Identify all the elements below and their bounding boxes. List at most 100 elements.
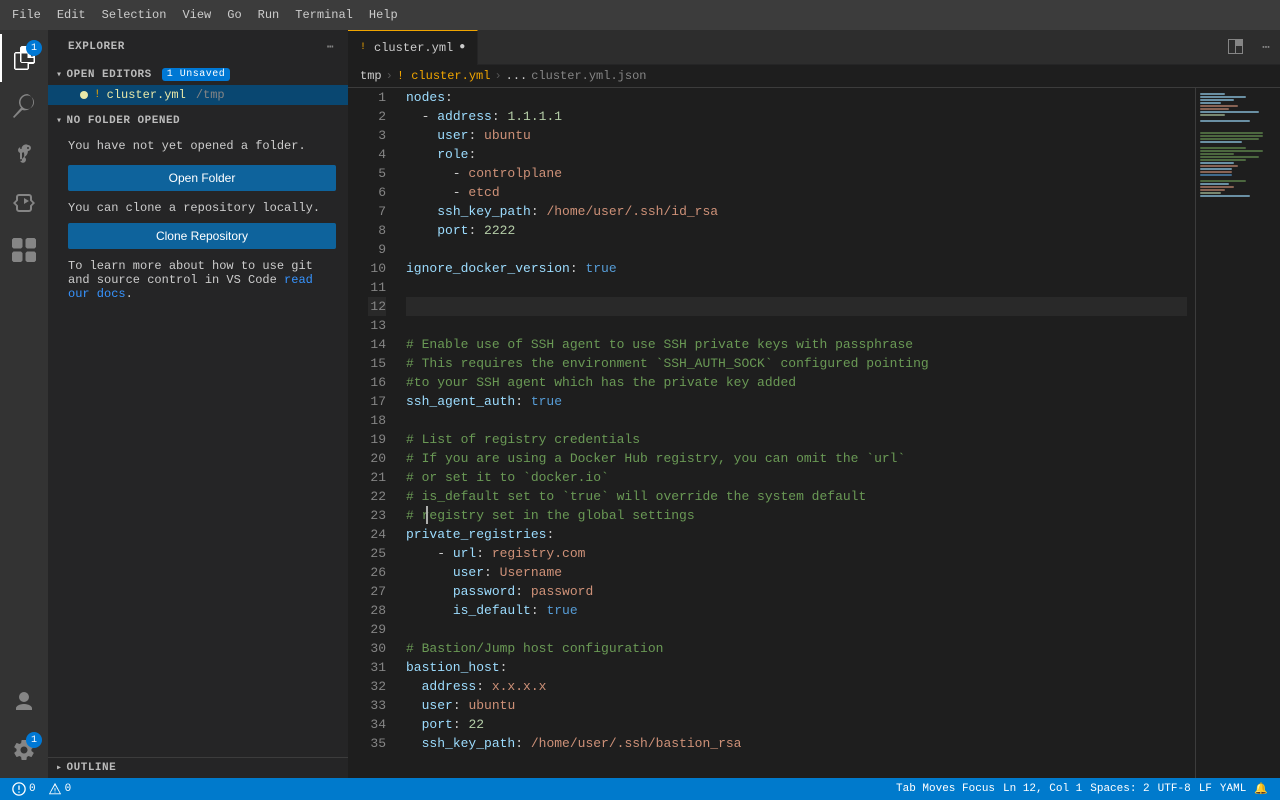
code-line-17: ssh_agent_auth: true — [406, 392, 1187, 411]
spaces-label: Spaces: 2 — [1090, 783, 1149, 795]
breadcrumb-root[interactable]: tmp — [360, 69, 382, 83]
breadcrumb-sep1: › — [386, 69, 393, 83]
menu-help[interactable]: Help — [361, 6, 406, 24]
sidebar-more-button[interactable]: ⋯ — [325, 38, 336, 56]
status-encoding[interactable]: UTF-8 — [1154, 782, 1195, 796]
code-line-19: # List of registry credentials — [406, 430, 1187, 449]
bell-icon: 🔔 — [1254, 782, 1268, 796]
encoding-label: UTF-8 — [1158, 783, 1191, 795]
outline-chevron: ▸ — [56, 762, 63, 774]
status-language[interactable]: YAML — [1216, 782, 1250, 796]
editor-area: ! cluster.yml ● ⋯ tmp › ! cluster.yml › … — [348, 30, 1280, 778]
activity-settings[interactable]: 1 — [0, 726, 48, 774]
open-editors-section[interactable]: ▾ Open Editors 1 Unsaved — [48, 64, 348, 85]
menu-file[interactable]: File — [4, 6, 49, 24]
code-line-18 — [406, 411, 1187, 430]
code-line-30: # Bastion/Jump host configuration — [406, 639, 1187, 658]
breadcrumb: tmp › ! cluster.yml › ... cluster.yml.js… — [348, 65, 1280, 88]
no-folder-text: You have not yet opened a folder. — [68, 139, 336, 153]
activity-account[interactable] — [0, 678, 48, 726]
sidebar-header: Explorer ⋯ — [48, 30, 348, 64]
sidebar-title: Explorer — [68, 41, 125, 53]
open-editors-label: Open Editors — [67, 69, 152, 81]
no-folder-section-header[interactable]: ▾ No Folder Opened — [48, 111, 348, 131]
minimap-content — [1196, 88, 1280, 778]
split-editor-button[interactable] — [1222, 30, 1250, 65]
open-editor-item[interactable]: ! cluster.yml /tmp — [48, 85, 348, 105]
code-line-23: # registry set in the global settings — [406, 506, 1187, 525]
menu-selection[interactable]: Selection — [94, 6, 175, 24]
code-line-2: - address: 1.1.1.1 — [406, 107, 1187, 126]
tab-modified-dot: ● — [459, 42, 465, 53]
code-line-28: is_default: true — [406, 601, 1187, 620]
breadcrumb-sep2: › — [494, 69, 501, 83]
learn-text: To learn more about how to use git and s… — [68, 259, 313, 287]
language-label: YAML — [1220, 783, 1246, 795]
main-layout: 1 1 Explorer ⋯ — [0, 30, 1280, 778]
learn-end: . — [126, 287, 133, 301]
menu-view[interactable]: View — [174, 6, 219, 24]
status-position[interactable]: Ln 12, Col 1 — [999, 782, 1086, 796]
code-area[interactable]: nodes: - address: 1.1.1.1 user: ubuntu r… — [398, 88, 1195, 778]
line-ending-label: LF — [1199, 783, 1212, 795]
code-line-33: user: ubuntu — [406, 696, 1187, 715]
menu-go[interactable]: Go — [219, 6, 249, 24]
settings-badge: 1 — [26, 732, 42, 748]
activity-explorer[interactable]: 1 — [0, 34, 48, 82]
activity-bar-bottom: 1 — [0, 678, 48, 778]
clone-repository-button[interactable]: Clone Repository — [68, 223, 336, 249]
breadcrumb-dots[interactable]: ... — [506, 69, 528, 83]
status-warnings[interactable]: 0 — [44, 782, 76, 796]
status-errors[interactable]: 0 — [8, 782, 40, 796]
activity-bar: 1 1 — [0, 30, 48, 778]
editor-content: 12345 678910 1112131415 1617181920 21222… — [348, 88, 1280, 778]
code-line-1: nodes: — [406, 88, 1187, 107]
status-bell[interactable]: 🔔 — [1250, 782, 1272, 796]
tab-bar: ! cluster.yml ● ⋯ — [348, 30, 1280, 65]
code-line-15: # This requires the environment `SSH_AUT… — [406, 354, 1187, 373]
sidebar-header-icons: ⋯ — [325, 38, 336, 56]
code-line-27: password: password — [406, 582, 1187, 601]
editor-tab[interactable]: ! cluster.yml ● — [348, 30, 478, 65]
menu-edit[interactable]: Edit — [49, 6, 94, 24]
code-line-29 — [406, 620, 1187, 639]
code-line-35: ssh_key_path: /home/user/.ssh/bastion_rs… — [406, 734, 1187, 753]
code-line-20: # If you are using a Docker Hub registry… — [406, 449, 1187, 468]
menu-bar: File Edit Selection View Go Run Terminal… — [0, 0, 1280, 30]
activity-run-debug[interactable] — [0, 178, 48, 226]
no-folder-label: No Folder Opened — [67, 115, 181, 127]
explorer-badge: 1 — [26, 40, 42, 56]
more-actions-button[interactable]: ⋯ — [1252, 30, 1280, 65]
editor-path: /tmp — [196, 88, 225, 102]
exclaim-icon: ! — [94, 89, 101, 101]
open-folder-button[interactable]: Open Folder — [68, 165, 336, 191]
breadcrumb-file[interactable]: ! cluster.yml — [397, 69, 491, 83]
activity-search[interactable] — [0, 82, 48, 130]
activity-source-control[interactable] — [0, 130, 48, 178]
code-line-7: ssh_key_path: /home/user/.ssh/id_rsa — [406, 202, 1187, 221]
code-line-13 — [406, 316, 1187, 335]
outline-label: Outline — [67, 762, 117, 774]
menu-terminal[interactable]: Terminal — [287, 6, 361, 24]
menu-run[interactable]: Run — [250, 6, 288, 24]
code-line-11 — [406, 278, 1187, 297]
tab-moves-focus[interactable]: Tab Moves Focus — [892, 782, 999, 796]
outline-section: ▸ Outline — [48, 757, 348, 778]
code-line-22: # is_default set to `true` will override… — [406, 487, 1187, 506]
sidebar: Explorer ⋯ ▾ Open Editors 1 Unsaved ! cl… — [48, 30, 348, 778]
no-folder-section: You have not yet opened a folder. Open F… — [48, 131, 348, 305]
error-icon — [12, 782, 26, 796]
code-line-14: # Enable use of SSH agent to use SSH pri… — [406, 335, 1187, 354]
unsaved-badge: 1 Unsaved — [162, 68, 231, 81]
status-line-ending[interactable]: LF — [1195, 782, 1216, 796]
outline-header[interactable]: ▸ Outline — [48, 758, 348, 778]
breadcrumb-json[interactable]: cluster.yml.json — [531, 69, 646, 83]
code-line-12 — [406, 297, 1187, 316]
tab-moves-focus-label: Tab Moves Focus — [896, 783, 995, 795]
activity-extensions[interactable] — [0, 226, 48, 274]
code-line-26: user: Username — [406, 563, 1187, 582]
code-line-5: - controlplane — [406, 164, 1187, 183]
code-line-9 — [406, 240, 1187, 259]
status-spaces[interactable]: Spaces: 2 — [1086, 782, 1153, 796]
open-editors-chevron: ▾ — [56, 69, 63, 81]
